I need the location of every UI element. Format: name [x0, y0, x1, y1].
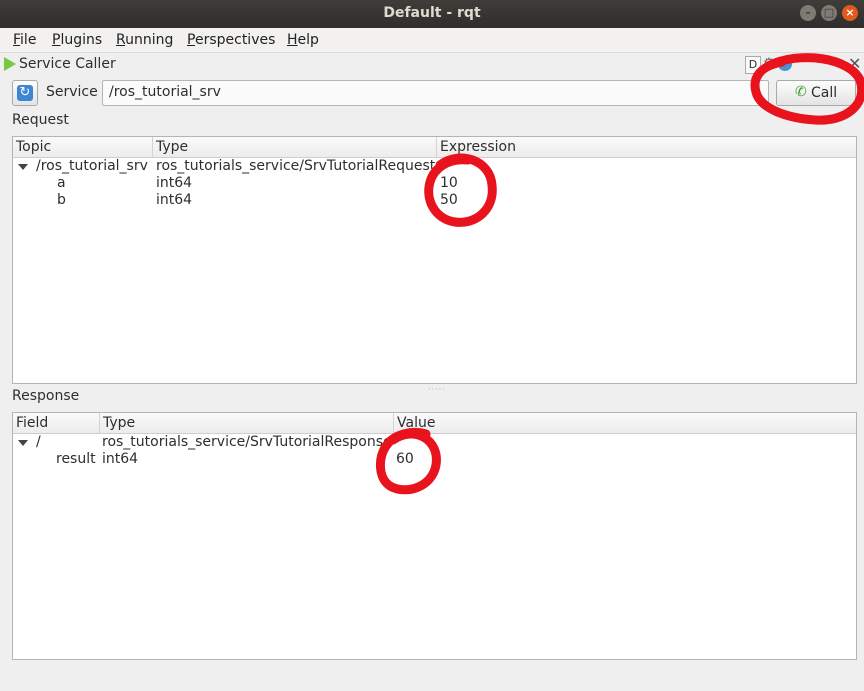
- expand-arrow-icon[interactable]: [18, 440, 28, 446]
- request-col-topic[interactable]: Topic: [13, 137, 153, 157]
- response-row-result-value: 60: [396, 451, 414, 467]
- response-label: Response: [12, 388, 80, 404]
- request-col-expression[interactable]: Expression: [437, 137, 856, 157]
- request-row-a-type: int64: [156, 175, 193, 191]
- service-row: ↻ Service /ros_tutorial_srv ✆ Call: [12, 80, 856, 106]
- request-col-type[interactable]: Type: [153, 137, 437, 157]
- minimize-icon[interactable]: –: [800, 5, 816, 21]
- response-row-result-field[interactable]: result: [56, 451, 96, 468]
- gear-icon[interactable]: ⚙: [763, 56, 775, 71]
- service-label: Service: [46, 84, 98, 100]
- response-col-value[interactable]: Value: [394, 413, 856, 433]
- panel-splitter[interactable]: ·····: [428, 385, 446, 394]
- window-title: Default - rqt: [383, 5, 481, 21]
- request-root-type: ros_tutorials_service/SrvTutorialRequest: [156, 158, 436, 174]
- service-select[interactable]: /ros_tutorial_srv: [102, 80, 769, 106]
- request-row-b-expression[interactable]: 50: [440, 192, 458, 209]
- response-header: Field Type Value: [13, 413, 856, 434]
- response-root-type: ros_tutorials_service/SrvTutorialRespons…: [102, 434, 392, 450]
- plugin-header: Service Caller D ⚙ ✕: [0, 54, 864, 76]
- dock-button[interactable]: D: [745, 56, 761, 74]
- menu-running[interactable]: Running: [116, 32, 173, 48]
- plugin-close-icon[interactable]: ✕: [848, 54, 861, 73]
- request-row-a-expression[interactable]: 10: [440, 175, 458, 192]
- response-root-field[interactable]: /: [36, 434, 41, 451]
- help-icon[interactable]: [778, 57, 792, 71]
- request-row-a-topic[interactable]: a: [57, 175, 66, 192]
- menu-plugins[interactable]: Plugins: [52, 32, 102, 48]
- service-select-value: /ros_tutorial_srv: [109, 84, 221, 100]
- request-header: Topic Type Expression: [13, 137, 856, 158]
- menu-file[interactable]: File: [13, 32, 36, 48]
- plugin-title: Service Caller: [19, 56, 116, 72]
- window-controls: – □ ×: [800, 5, 858, 21]
- request-tree[interactable]: Topic Type Expression /ros_tutorial_srv …: [12, 136, 857, 384]
- menu-help[interactable]: Help: [287, 32, 319, 48]
- call-button-label: Call: [811, 85, 838, 101]
- request-root-topic[interactable]: /ros_tutorial_srv: [36, 158, 148, 175]
- response-tree[interactable]: Field Type Value / ros_tutorials_service…: [12, 412, 857, 660]
- response-row-result-type: int64: [102, 451, 139, 467]
- menu-perspectives[interactable]: Perspectives: [187, 32, 275, 48]
- call-button[interactable]: ✆ Call: [776, 80, 856, 106]
- refresh-icon: ↻: [17, 85, 33, 101]
- refresh-button[interactable]: ↻: [12, 80, 38, 106]
- request-row-b-type: int64: [156, 192, 193, 208]
- play-icon: [4, 57, 16, 71]
- maximize-icon[interactable]: □: [821, 5, 837, 21]
- phone-icon: ✆: [795, 84, 807, 100]
- response-col-field[interactable]: Field: [13, 413, 100, 433]
- request-row-b-topic[interactable]: b: [57, 192, 66, 209]
- window-titlebar: Default - rqt – □ ×: [0, 0, 864, 28]
- response-col-type[interactable]: Type: [100, 413, 394, 433]
- menu-bar: File Plugins Running Perspectives Help: [0, 28, 864, 53]
- request-label: Request: [12, 112, 69, 128]
- close-icon[interactable]: ×: [842, 5, 858, 21]
- expand-arrow-icon[interactable]: [18, 164, 28, 170]
